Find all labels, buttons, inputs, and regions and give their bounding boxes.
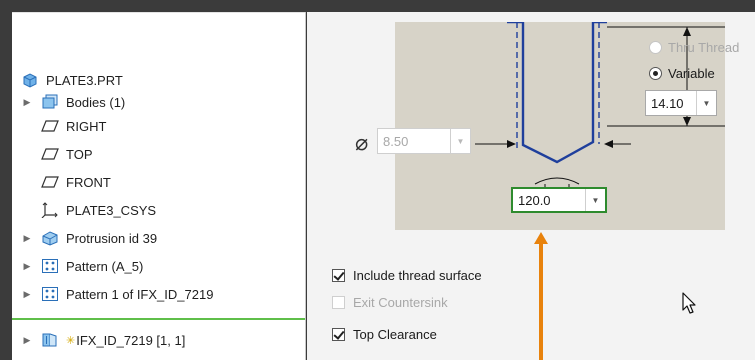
top-clearance-label: Top Clearance (353, 327, 437, 342)
include-thread-surface-option[interactable]: Include thread surface (332, 268, 482, 283)
top-clearance-option[interactable]: Top Clearance (332, 327, 437, 342)
expand-arrow-icon[interactable]: ▶ (20, 289, 34, 300)
tree-divider (12, 318, 305, 320)
feature-icon (40, 331, 60, 349)
variable-label: Variable (668, 66, 715, 81)
angle-value-combo[interactable]: 120.0 ▼ (511, 187, 607, 213)
tree-item-ifx-feature[interactable]: ▶ ✳ IFX_ID_7219 [1, 1] (20, 329, 186, 351)
hole-properties-panel: Thru Thread Variable 14.10 ▼ ⌀ 8.50 ▼ 12… (307, 12, 755, 360)
tree-item-pattern-1[interactable]: ▶ Pattern 1 of IFX_ID_7219 (20, 283, 214, 305)
thru-thread-radio[interactable] (649, 41, 662, 54)
protrusion-icon (40, 229, 60, 247)
variable-radio[interactable] (649, 67, 662, 80)
tree-item-front[interactable]: FRONT (40, 171, 111, 193)
tree-item-right[interactable]: RIGHT (40, 115, 106, 137)
depth-value-combo[interactable]: 14.10 ▼ (645, 90, 717, 116)
thru-thread-label: Thru Thread (668, 40, 740, 55)
datum-plane-icon (40, 117, 60, 135)
chevron-down-icon[interactable]: ▼ (450, 129, 470, 153)
csys-icon (40, 201, 60, 219)
tree-item-label: IFX_ID_7219 [1, 1] (76, 332, 186, 348)
tree-item-top[interactable]: TOP (40, 143, 93, 165)
pattern-icon (40, 257, 60, 275)
tree-item-label: RIGHT (66, 118, 107, 134)
expand-arrow-icon[interactable]: ▶ (20, 261, 34, 272)
angle-value[interactable]: 120.0 (513, 193, 585, 208)
tree-item-label: Pattern (A_5) (66, 258, 144, 274)
diameter-symbol-icon: ⌀ (355, 130, 369, 155)
depth-arrow-bottom (683, 117, 691, 126)
exit-countersink-option[interactable]: Exit Countersink (332, 295, 448, 310)
bodies-icon (40, 93, 60, 111)
datum-plane-icon (40, 145, 60, 163)
tree-item-plate3-prt[interactable]: PLATE3.PRT (20, 69, 123, 91)
panel-top-rule (12, 12, 305, 13)
tree-item-bodies[interactable]: ▶ Bodies (1) (20, 91, 125, 113)
modified-star-icon: ✳ (66, 334, 76, 347)
tree-item-plate3-csys[interactable]: PLATE3_CSYS (40, 199, 156, 221)
tree-item-label: FRONT (66, 174, 111, 190)
pattern-icon (40, 285, 60, 303)
chevron-down-icon[interactable]: ▼ (696, 91, 716, 115)
tree-item-label: PLATE3_CSYS (66, 202, 157, 218)
tree-item-label: TOP (66, 146, 93, 162)
expand-arrow-icon[interactable]: ▶ (20, 97, 34, 108)
depth-value[interactable]: 14.10 (646, 96, 696, 111)
diameter-value[interactable]: 8.50 (378, 134, 450, 149)
model-tree-panel: PLATE3.PRT ▶ Bodies (1) RIGHT TOP FRONT … (12, 12, 306, 360)
exit-countersink-label: Exit Countersink (353, 295, 448, 310)
tree-item-label: Pattern 1 of IFX_ID_7219 (66, 286, 214, 302)
diameter-value-combo[interactable]: 8.50 ▼ (377, 128, 471, 154)
tree-item-protrusion[interactable]: ▶ Protrusion id 39 (20, 227, 157, 249)
variable-option[interactable]: Variable (649, 66, 715, 81)
datum-plane-icon (40, 173, 60, 191)
top-clearance-checkbox[interactable] (332, 328, 345, 341)
callout-arrow-icon (534, 232, 548, 360)
chevron-down-icon[interactable]: ▼ (585, 189, 605, 211)
part-icon (20, 71, 40, 89)
tree-item-pattern-a5[interactable]: ▶ Pattern (A_5) (20, 255, 144, 277)
expand-arrow-icon[interactable]: ▶ (20, 335, 34, 346)
expand-arrow-icon[interactable]: ▶ (20, 233, 34, 244)
thru-thread-option[interactable]: Thru Thread (649, 40, 739, 55)
angle-arc (534, 177, 580, 185)
include-thread-surface-checkbox[interactable] (332, 269, 345, 282)
diameter-arrow-left (507, 140, 516, 148)
tree-item-label: Protrusion id 39 (66, 230, 158, 246)
hole-profile-outline (507, 22, 607, 164)
diameter-arrow-right (604, 140, 613, 148)
tree-item-label: Bodies (1) (66, 94, 126, 110)
depth-arrow-top (683, 27, 691, 36)
exit-countersink-checkbox[interactable] (332, 296, 345, 309)
mouse-cursor-icon (682, 292, 696, 314)
tree-item-label: PLATE3.PRT (46, 72, 123, 88)
include-thread-surface-label: Include thread surface (353, 268, 482, 283)
